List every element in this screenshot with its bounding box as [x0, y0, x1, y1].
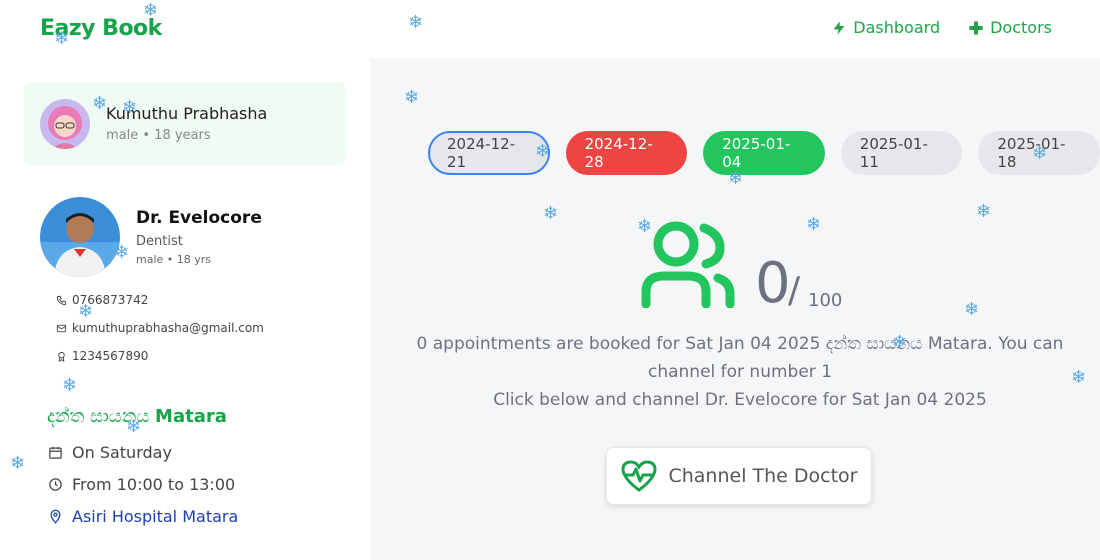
badge-icon — [58, 351, 65, 362]
nav-doctors[interactable]: Doctors — [968, 18, 1052, 37]
total-slots: 100 — [808, 290, 843, 311]
sidebar: Kumuthu Prabhasha male • 18 years Dr. Ev… — [0, 58, 370, 560]
date-selector: 2024-12-21 2024-12-28 2025-01-04 2025-01… — [428, 131, 1100, 175]
doctor-phone[interactable]: 0766873742 — [56, 293, 148, 307]
doctor-phone-text: 0766873742 — [72, 293, 149, 307]
booking-message-line1: 0 appointments are booked for Sat Jan 04… — [416, 334, 1064, 354]
date-pill[interactable]: 2025-01-11 — [840, 131, 963, 175]
doctor-specialty: Dentist — [136, 234, 183, 249]
patient-card[interactable]: Kumuthu Prabhasha male • 18 years — [24, 82, 346, 165]
patient-avatar — [40, 99, 90, 149]
app-logo[interactable]: Eazy Book — [40, 16, 162, 41]
phone-icon — [56, 295, 67, 305]
channel-doctor-label: Channel The Doctor — [668, 465, 858, 487]
location-pin-icon — [50, 509, 61, 524]
mail-icon — [56, 324, 67, 332]
nav-doctors-label: Doctors — [990, 18, 1052, 37]
top-nav: Dashboard Doctors — [831, 18, 1052, 37]
patient-meta: male • 18 years — [106, 128, 211, 143]
clinic-name: දන්ත සායනය Matara — [47, 406, 227, 427]
nav-dashboard[interactable]: Dashboard — [831, 18, 940, 37]
date-pill[interactable]: 2024-12-21 — [428, 131, 550, 175]
calendar-icon — [49, 446, 62, 459]
clinic-hospital[interactable]: Asiri Hospital Matara — [48, 507, 238, 526]
doctor-registration-text: 1234567890 — [72, 349, 149, 363]
patient-name: Kumuthu Prabhasha — [106, 104, 268, 123]
doctor-avatar — [40, 197, 120, 277]
doctor-meta: male • 18 yrs — [136, 253, 212, 266]
nav-dashboard-label: Dashboard — [853, 18, 941, 37]
count-separator: / — [788, 270, 801, 311]
clinic-name-si: දන්ත සායනය — [47, 406, 150, 427]
channel-doctor-button[interactable]: Channel The Doctor — [606, 447, 872, 505]
clinic-time: From 10:00 to 13:00 — [48, 475, 235, 494]
clinic-day: On Saturday — [48, 443, 172, 462]
clinic-name-en: Matara — [155, 406, 227, 427]
clock-icon — [49, 478, 62, 491]
date-pill[interactable]: 2024-12-28 — [565, 131, 688, 175]
header: Eazy Book Dashboard Doctors — [0, 0, 1100, 58]
clinic-hospital-text: Asiri Hospital Matara — [72, 507, 239, 526]
doctor-email[interactable]: kumuthuprabhasha@gmail.com — [56, 321, 264, 335]
clinic-day-text: On Saturday — [72, 443, 172, 462]
plus-icon — [969, 20, 983, 35]
users-icon — [641, 221, 735, 308]
date-pill[interactable]: 2025-01-18 — [978, 131, 1100, 175]
booking-panel: 2024-12-21 2024-12-28 2025-01-04 2025-01… — [370, 58, 1100, 560]
booking-message-line3: Click below and channel Dr. Evelocore fo… — [493, 390, 987, 410]
date-pill-selected[interactable]: 2025-01-04 — [703, 131, 825, 175]
booked-count: 0 — [755, 251, 791, 316]
doctor-email-text: kumuthuprabhasha@gmail.com — [72, 321, 264, 335]
doctor-registration: 1234567890 — [56, 349, 148, 363]
doctor-name: Dr. Evelocore — [136, 208, 262, 228]
booking-message-line2: channel for number 1 — [647, 362, 833, 382]
clinic-time-text: From 10:00 to 13:00 — [72, 475, 236, 494]
bolt-icon — [833, 20, 845, 35]
heart-pulse-icon — [621, 460, 657, 492]
